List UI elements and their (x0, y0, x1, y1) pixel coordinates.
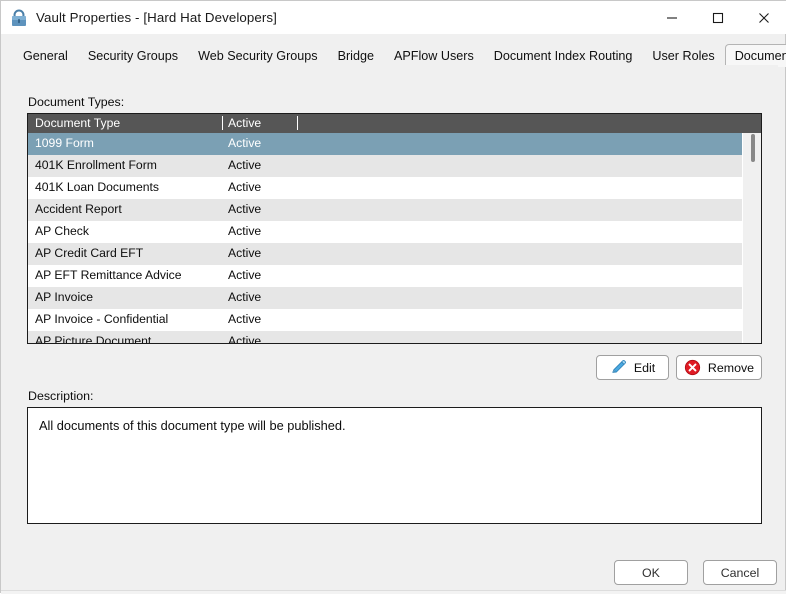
ok-button[interactable]: OK (614, 560, 688, 585)
close-button[interactable] (741, 1, 786, 34)
cell-active: Active (228, 334, 262, 343)
tab-security-groups[interactable]: Security Groups (78, 44, 188, 66)
cell-active: Active (228, 268, 262, 282)
table-row[interactable]: AP Credit Card EFT Active (28, 243, 742, 265)
table-row[interactable]: 1099 Form Active (28, 133, 742, 155)
remove-circle-icon (684, 359, 701, 376)
tab-document-index-routing[interactable]: Document Index Routing (484, 44, 643, 66)
cell-document-type: AP Invoice (35, 290, 94, 304)
list-header-row: Document Type Active (28, 114, 761, 133)
cell-active: Active (228, 246, 262, 260)
tab-list: General Security Groups Web Security Group… (10, 43, 786, 67)
vault-properties-window: Vault Properties - [Hard Hat Developers] (0, 0, 786, 594)
document-types-list[interactable]: Document Type Active 1099 Form Active 401K… (27, 113, 762, 344)
cancel-button[interactable]: Cancel (703, 560, 777, 585)
maximize-button[interactable] (695, 1, 741, 34)
edit-button-label: Edit (633, 360, 656, 375)
cell-active: Active (228, 158, 262, 172)
tab-web-security-groups[interactable]: Web Security Groups (188, 44, 327, 66)
cell-active: Active (228, 224, 262, 238)
edit-button[interactable]: Edit (596, 355, 669, 380)
table-row[interactable]: 401K Loan Documents Active (28, 177, 742, 199)
cell-document-type: 401K Loan Documents (35, 180, 159, 194)
minimize-button[interactable] (649, 1, 695, 34)
cell-active: Active (228, 290, 262, 304)
table-row[interactable]: AP EFT Remittance Advice Active (28, 265, 742, 287)
cell-document-type: AP Picture Document (35, 334, 152, 343)
table-row[interactable]: Accident Report Active (28, 199, 742, 221)
remove-button-label: Remove (707, 360, 755, 375)
cell-document-type: Accident Report (35, 202, 122, 216)
cell-active: Active (228, 312, 262, 326)
tab-bridge[interactable]: Bridge (328, 44, 384, 66)
title-bar: Vault Properties - [Hard Hat Developers] (1, 1, 786, 34)
list-body: 1099 Form Active 401K Enrollment Form Activ… (28, 133, 742, 343)
cell-document-type: 1099 Form (35, 136, 94, 150)
document-publishing-panel: Document Types: Document Type Active 109… (10, 65, 778, 585)
close-icon (759, 12, 769, 23)
cell-active: Active (228, 180, 262, 194)
lock-icon (12, 9, 26, 26)
scrollbar-thumb[interactable] (751, 134, 755, 162)
document-types-label: Document Types: (28, 95, 125, 109)
minimize-icon (667, 16, 677, 19)
table-row[interactable]: 401K Enrollment Form Active (28, 155, 742, 177)
window-controls (649, 1, 786, 34)
tab-user-roles[interactable]: User Roles (642, 44, 724, 66)
table-row[interactable]: AP Invoice Active (28, 287, 742, 309)
list-vertical-scrollbar[interactable] (742, 133, 761, 343)
table-row[interactable]: AP Check Active (28, 221, 742, 243)
column-header-active[interactable]: Active (228, 116, 261, 130)
pencil-icon (612, 360, 626, 373)
tab-document-publishing[interactable]: Document Publishing (724, 44, 786, 67)
tab-apflow-users[interactable]: APFlow Users (384, 44, 484, 66)
cell-document-type: 401K Enrollment Form (35, 158, 157, 172)
column-divider-1[interactable] (222, 116, 223, 130)
background-window-sliver (1, 590, 786, 594)
cell-document-type: AP EFT Remittance Advice (35, 268, 182, 282)
tab-strip: General Security Groups Web Security Group… (10, 43, 786, 67)
description-box[interactable]: All documents of this document type will… (27, 407, 762, 524)
cell-document-type: AP Check (35, 224, 89, 238)
description-text: All documents of this document type will… (39, 418, 346, 433)
table-row[interactable]: AP Picture Document Active (28, 331, 742, 343)
cell-document-type: AP Invoice - Confidential (35, 312, 169, 326)
maximize-icon (712, 12, 724, 23)
remove-button[interactable]: Remove (676, 355, 762, 380)
description-label: Description: (28, 389, 94, 403)
tab-general[interactable]: General (13, 44, 78, 66)
cell-document-type: AP Credit Card EFT (35, 246, 144, 260)
cell-active: Active (228, 136, 262, 150)
window-title: Vault Properties - [Hard Hat Developers] (36, 10, 277, 25)
cell-active: Active (228, 202, 262, 216)
column-divider-2[interactable] (297, 116, 298, 130)
table-row[interactable]: AP Invoice - Confidential Active (28, 309, 742, 331)
column-header-document-type[interactable]: Document Type (35, 116, 120, 130)
